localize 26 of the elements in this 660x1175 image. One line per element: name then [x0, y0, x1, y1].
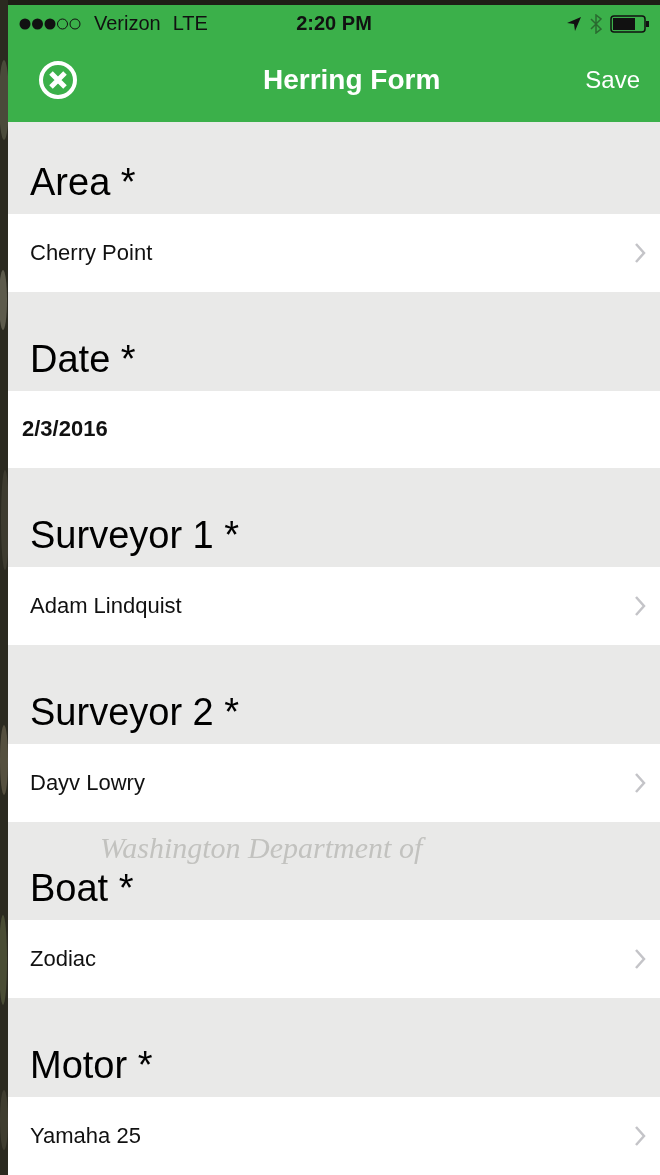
- chevron-icon: [634, 1125, 646, 1148]
- chevron-icon: [634, 948, 646, 971]
- bluetooth-icon: [590, 13, 602, 34]
- select-row[interactable]: Yamaha 25: [8, 1097, 660, 1175]
- close-button[interactable]: [38, 60, 78, 100]
- chevron-icon: [634, 595, 646, 618]
- date-field[interactable]: 2/3/2016: [8, 390, 660, 469]
- select-row[interactable]: Zodiac: [8, 920, 660, 999]
- status-time: 2:20 PM: [296, 12, 372, 35]
- field-label: Date *: [30, 337, 136, 381]
- screen-title: Herring Form: [261, 64, 442, 96]
- chevron-icon: [634, 241, 646, 264]
- field-label: Area *: [30, 160, 136, 204]
- field-label: Surveyor 1 *: [30, 514, 240, 558]
- carrier-name: Verizon: [94, 12, 161, 35]
- field-label: Boat *: [30, 867, 134, 911]
- chevron-icon: [634, 771, 646, 794]
- field-label: Surveyor 2 *: [30, 690, 240, 734]
- field-label: Motor *: [30, 1044, 153, 1088]
- select-row[interactable]: Adam Lindquist: [8, 567, 660, 646]
- select-row[interactable]: Dayv Lowry: [8, 743, 660, 822]
- select-row[interactable]: Cherry Point: [8, 213, 660, 292]
- signal-icon: [18, 16, 82, 31]
- network-type: LTE: [172, 12, 208, 35]
- location-arrow-icon: [566, 15, 582, 32]
- battery-icon: [610, 14, 650, 33]
